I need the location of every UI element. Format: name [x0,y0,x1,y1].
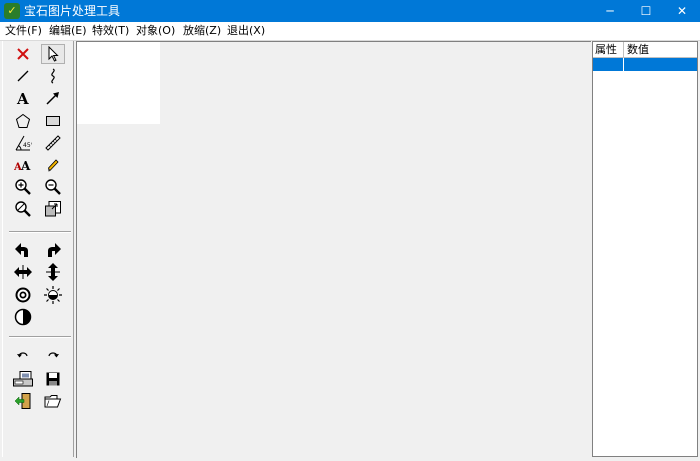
column-divider[interactable] [623,42,624,57]
svg-text:45°: 45° [23,142,32,149]
column-header-value[interactable]: 数值 [627,43,649,56]
zoom-in-icon[interactable] [11,177,35,197]
polygon-icon[interactable] [11,111,35,131]
import-icon[interactable] [11,391,35,411]
text-icon[interactable]: A [11,88,35,108]
rectangle-icon[interactable] [41,111,65,131]
title-bar: ✓ 宝石图片处理工具 ─ ☐ ✕ [0,0,700,22]
brightness-icon[interactable] [41,285,65,305]
zoom-out-icon[interactable] [41,177,65,197]
line-icon[interactable] [11,66,35,86]
menu-zoom[interactable]: 放缩(Z) [183,24,221,38]
toolbox-divider [9,336,71,338]
delete-icon[interactable] [11,44,35,64]
pointer-icon[interactable] [41,44,65,64]
image-preview[interactable] [77,42,160,124]
row-divider [623,58,624,71]
font-size-icon[interactable]: AA [11,155,35,175]
menu-file[interactable]: 文件(F) [5,24,42,38]
properties-selected-row[interactable] [593,58,697,71]
angle-measure-icon[interactable]: 45° [11,133,35,153]
save-icon[interactable] [41,369,65,389]
menu-object[interactable]: 对象(O) [136,24,175,38]
toolbox: A 45° AA [2,41,74,457]
resize-icon[interactable] [41,199,65,219]
rotate-right-icon[interactable] [41,240,65,260]
minimize-button[interactable]: ─ [592,0,628,22]
menu-effects[interactable]: 特效(T) [92,24,129,38]
contrast-icon[interactable] [11,285,35,305]
undo-icon[interactable] [11,346,35,366]
redo-icon[interactable] [41,346,65,366]
invert-icon[interactable] [11,307,35,327]
svg-text:A: A [20,159,31,172]
flip-horizontal-icon[interactable] [11,262,35,282]
arrow-icon[interactable] [41,88,65,108]
svg-text:A: A [16,90,29,106]
menu-edit[interactable]: 编辑(E) [49,24,87,38]
flip-vertical-icon[interactable] [41,262,65,282]
pencil-icon[interactable] [41,155,65,175]
properties-header: 属性 数值 [593,42,697,58]
scanner-icon[interactable] [11,369,35,389]
properties-panel: 属性 数值 [592,41,698,457]
curve-icon[interactable] [41,66,65,86]
window-title: 宝石图片处理工具 [24,4,121,18]
open-folder-icon[interactable] [41,391,65,411]
column-header-property[interactable]: 属性 [595,43,617,56]
app-icon: ✓ [4,3,20,19]
rotate-left-icon[interactable] [11,240,35,260]
maximize-button[interactable]: ☐ [628,0,664,22]
image-canvas[interactable] [76,41,591,458]
close-button[interactable]: ✕ [664,0,700,22]
menu-exit[interactable]: 退出(X) [227,24,265,38]
toolbox-divider [9,231,71,233]
menu-bar: 文件(F) 编辑(E) 特效(T) 对象(O) 放缩(Z) 退出(X) [0,22,700,41]
zoom-reset-icon[interactable] [11,199,35,219]
ruler-icon[interactable] [41,133,65,153]
